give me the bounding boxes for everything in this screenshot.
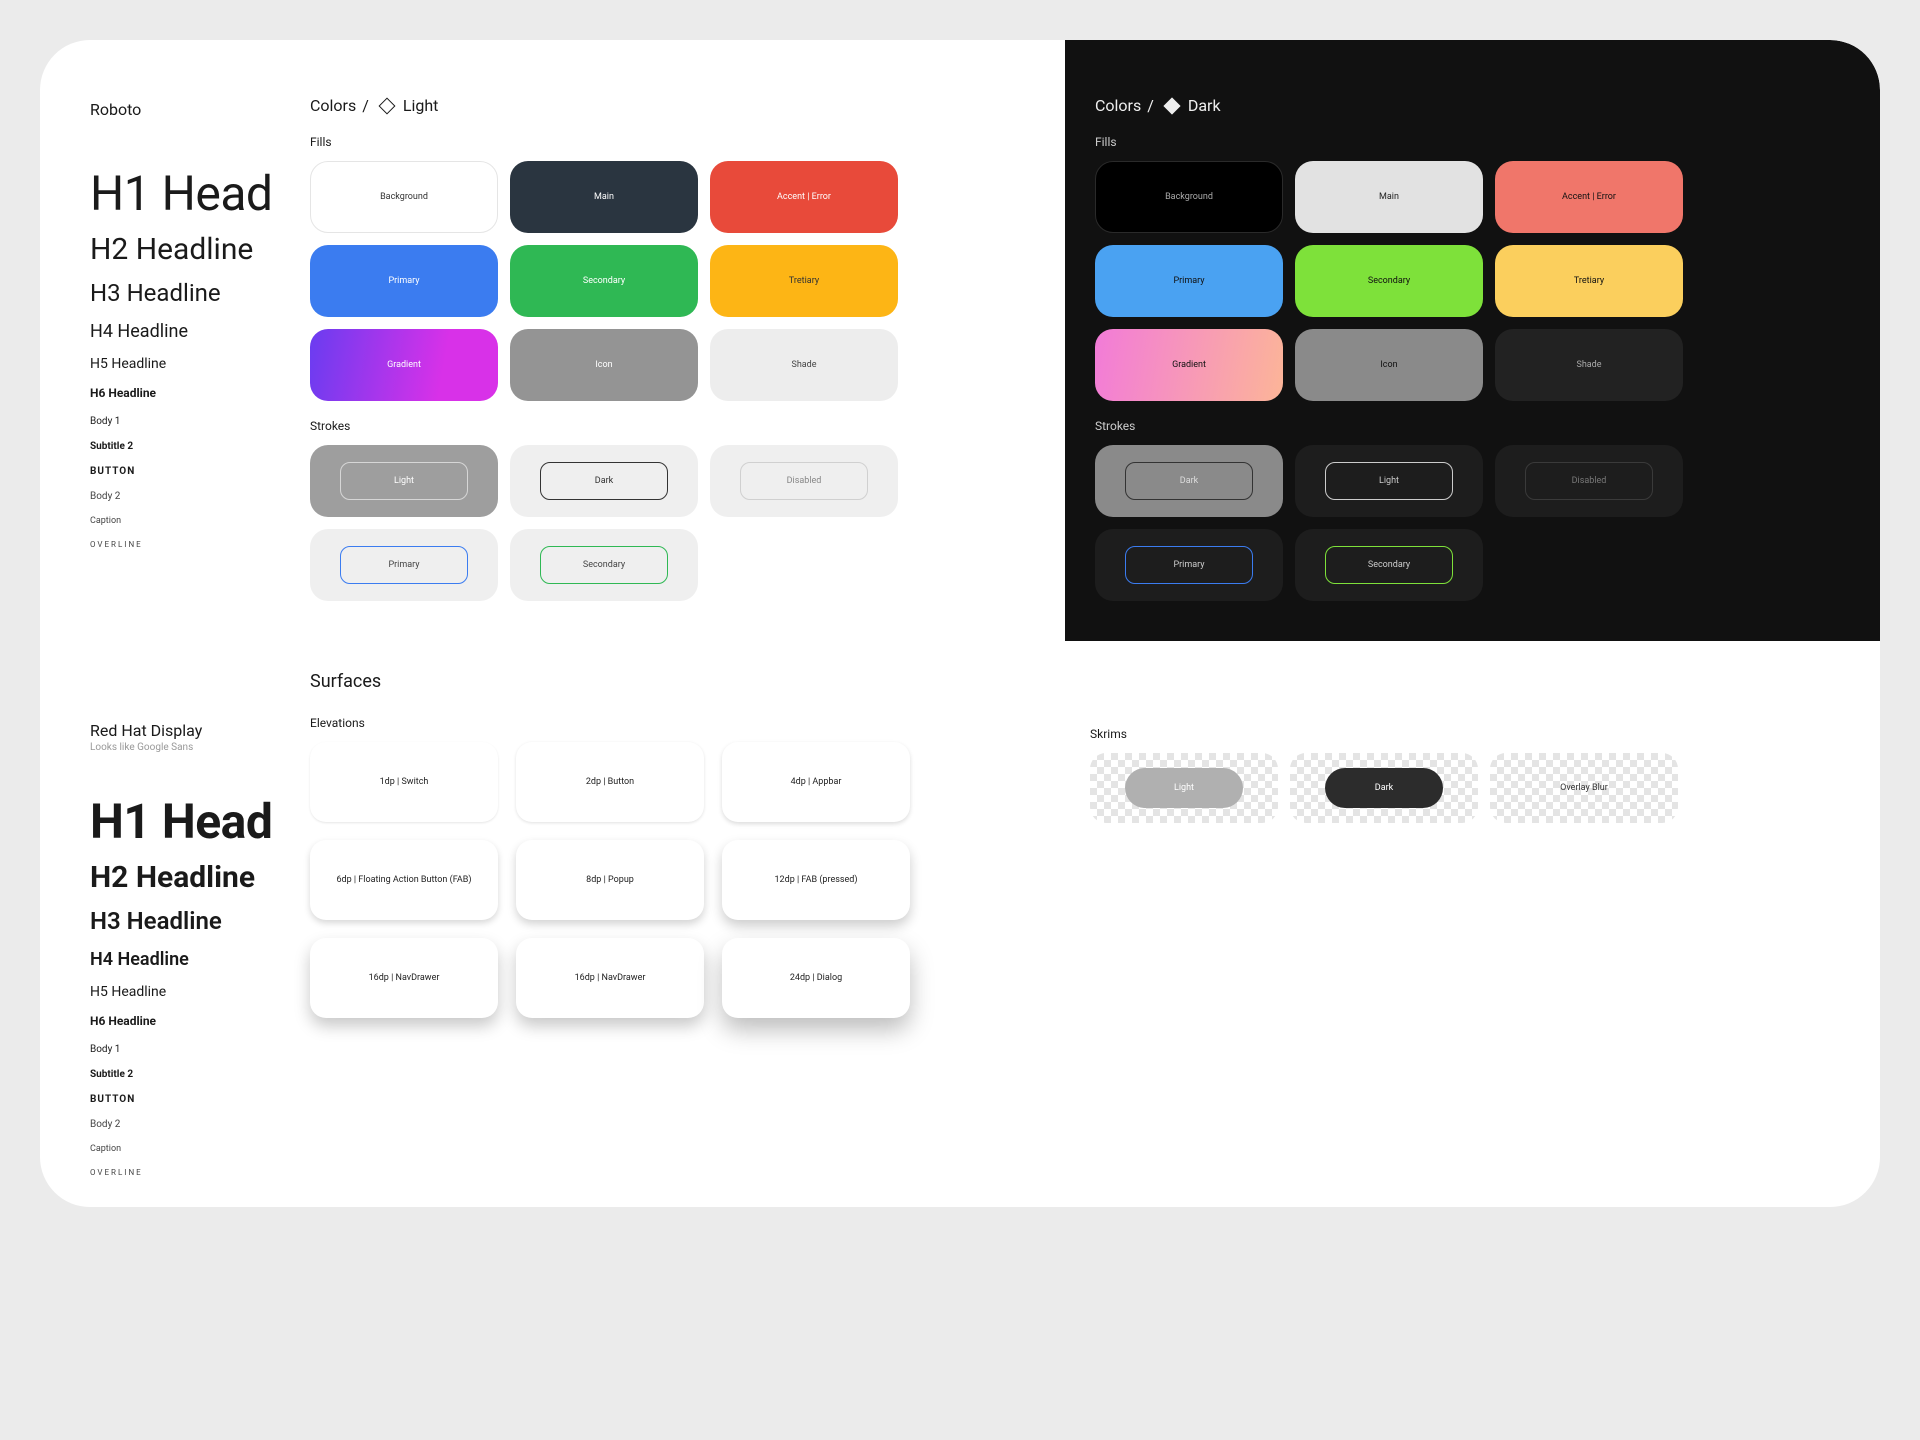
- sample-body2: Body 2: [90, 491, 310, 502]
- elevation-24dp: 24dp | Dialog: [722, 938, 910, 1018]
- typography-roboto: Roboto H1 Head H2 Headline H3 Headline H…: [40, 40, 310, 641]
- sample-h4: H4 Headline: [90, 321, 310, 342]
- stroke-primary: Primary: [310, 529, 498, 601]
- colors-light-panel: Colors / Light Fills Background Main Acc…: [310, 40, 1065, 641]
- sample-h5: H5 Headline: [90, 356, 310, 372]
- sample-subtitle2: Subtitle 2: [90, 441, 310, 452]
- stroke-dark-d: Dark: [1095, 445, 1283, 517]
- colors-dark-panel: Colors / Dark Fills Background Main Acce…: [1065, 40, 1880, 641]
- stroke-dark: Dark: [510, 445, 698, 517]
- swatch-icon-dark: Icon: [1295, 329, 1483, 401]
- label-colors: Colors: [310, 96, 356, 115]
- swatch-main-dark: Main: [1295, 161, 1483, 233]
- sample-button-rh: BUTTON: [90, 1094, 310, 1105]
- swatch-gradient-dark: Gradient: [1095, 329, 1283, 401]
- light-strokes-grid: Light Dark Disabled Primary Secondary: [310, 445, 1065, 601]
- swatch-main: Main: [510, 161, 698, 233]
- sample-caption-rh: Caption: [90, 1144, 310, 1154]
- sample-body1: Body 1: [90, 416, 310, 427]
- sample-body1-rh: Body 1: [90, 1044, 310, 1055]
- fills-label-dark: Fills: [1095, 135, 1850, 149]
- sample-h6-rh: H6 Headline: [90, 1014, 310, 1028]
- font-name-roboto: Roboto: [90, 100, 310, 119]
- sample-h5-rh: H5 Headline: [90, 984, 310, 1000]
- sample-h2-rh: H2 Headline: [90, 860, 310, 895]
- sample-button: BUTTON: [90, 466, 310, 477]
- stroke-light: Light: [310, 445, 498, 517]
- colors-light-title: Colors / Light: [310, 96, 1065, 115]
- swatch-background-dark: Background: [1095, 161, 1283, 233]
- sample-overline-rh: OVERLINE: [90, 1168, 310, 1177]
- strokes-label: Strokes: [310, 419, 1065, 433]
- swatch-secondary-dark: Secondary: [1295, 245, 1483, 317]
- font-name-redhat: Red Hat Display: [90, 721, 310, 740]
- swatch-accent: Accent | Error: [710, 161, 898, 233]
- swatch-tretiary-dark: Tretiary: [1495, 245, 1683, 317]
- swatch-accent-dark: Accent | Error: [1495, 161, 1683, 233]
- elevation-16dp-b: 16dp | NavDrawer: [516, 938, 704, 1018]
- sample-h1-rh: H1 Head: [90, 793, 310, 850]
- label-colors: Colors: [1095, 96, 1141, 115]
- swatch-primary-dark: Primary: [1095, 245, 1283, 317]
- label-light: Light: [403, 96, 439, 115]
- surfaces-panel: Surfaces Elevations 1dp | Switch 2dp | B…: [310, 661, 1060, 1177]
- dark-strokes-grid: Dark Light Disabled Primary Secondary: [1095, 445, 1850, 601]
- elevations-grid: 1dp | Switch 2dp | Button 4dp | Appbar 6…: [310, 742, 1060, 1018]
- typography-redhat: Red Hat Display Looks like Google Sans H…: [40, 661, 310, 1177]
- elevations-label: Elevations: [310, 716, 1060, 730]
- design-system-sheet: Roboto H1 Head H2 Headline H3 Headline H…: [40, 40, 1880, 1207]
- skrim-light: Light: [1090, 753, 1278, 823]
- swatch-shade-dark: Shade: [1495, 329, 1683, 401]
- swatch-shade: Shade: [710, 329, 898, 401]
- diamond-filled-icon: [1163, 97, 1180, 114]
- sample-body2-rh: Body 2: [90, 1119, 310, 1130]
- swatch-primary: Primary: [310, 245, 498, 317]
- skrims-label: Skrims: [1090, 727, 1840, 741]
- swatch-gradient: Gradient: [310, 329, 498, 401]
- colors-dark-title: Colors / Dark: [1095, 96, 1850, 115]
- elevation-12dp: 12dp | FAB (pressed): [722, 840, 910, 920]
- stroke-secondary-d: Secondary: [1295, 529, 1483, 601]
- skrim-overlay-blur: Overlay Blur: [1490, 753, 1678, 823]
- dark-fills-grid: Background Main Accent | Error Primary S…: [1095, 161, 1850, 401]
- sample-h6: H6 Headline: [90, 386, 310, 400]
- elevation-4dp: 4dp | Appbar: [722, 742, 910, 822]
- swatch-background: Background: [310, 161, 498, 233]
- label-dark: Dark: [1188, 96, 1221, 115]
- stroke-primary-d: Primary: [1095, 529, 1283, 601]
- sample-h2: H2 Headline: [90, 232, 310, 267]
- surfaces-title: Surfaces: [310, 671, 1060, 692]
- sample-h1: H1 Head: [90, 165, 310, 222]
- swatch-tretiary: Tretiary: [710, 245, 898, 317]
- swatch-icon: Icon: [510, 329, 698, 401]
- elevation-16dp-a: 16dp | NavDrawer: [310, 938, 498, 1018]
- elevation-1dp: 1dp | Switch: [310, 742, 498, 822]
- fills-label: Fills: [310, 135, 1065, 149]
- stroke-secondary: Secondary: [510, 529, 698, 601]
- elevation-2dp: 2dp | Button: [516, 742, 704, 822]
- elevation-8dp: 8dp | Popup: [516, 840, 704, 920]
- sample-h3: H3 Headline: [90, 279, 310, 307]
- stroke-disabled: Disabled: [710, 445, 898, 517]
- light-fills-grid: Background Main Accent | Error Primary S…: [310, 161, 1065, 401]
- sample-h4-rh: H4 Headline: [90, 949, 310, 970]
- sample-subtitle2-rh: Subtitle 2: [90, 1069, 310, 1080]
- skrim-dark: Dark: [1290, 753, 1478, 823]
- sample-caption: Caption: [90, 516, 310, 526]
- separator: /: [1147, 96, 1154, 115]
- skrims-grid: Light Dark Overlay Blur: [1090, 753, 1840, 823]
- sample-overline: OVERLINE: [90, 540, 310, 549]
- separator: /: [362, 96, 369, 115]
- swatch-secondary: Secondary: [510, 245, 698, 317]
- stroke-disabled-d: Disabled: [1495, 445, 1683, 517]
- diamond-outline-icon: [378, 97, 395, 114]
- font-sub-redhat: Looks like Google Sans: [90, 742, 310, 753]
- strokes-label-dark: Strokes: [1095, 419, 1850, 433]
- elevation-6dp: 6dp | Floating Action Button (FAB): [310, 840, 498, 920]
- skrims-panel: Skrims Light Dark Overlay Blur: [1060, 661, 1880, 1177]
- stroke-light-d: Light: [1295, 445, 1483, 517]
- sample-h3-rh: H3 Headline: [90, 907, 310, 935]
